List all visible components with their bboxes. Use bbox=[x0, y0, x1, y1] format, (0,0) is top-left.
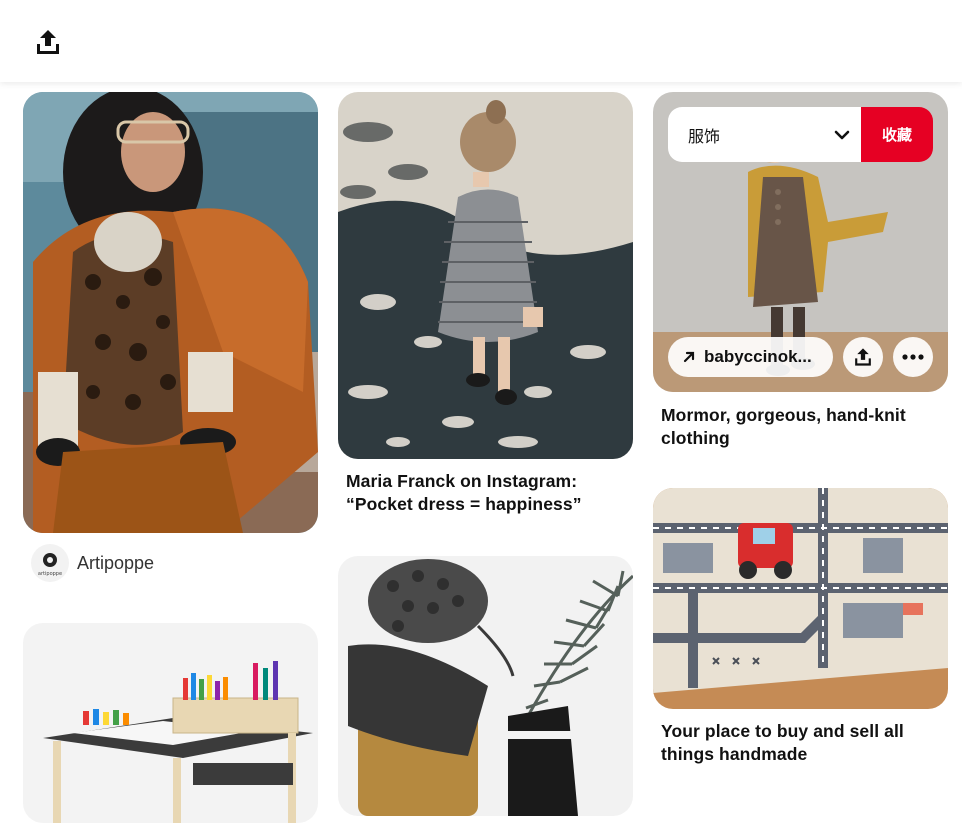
board-select-dropdown[interactable]: 服饰 bbox=[668, 107, 868, 162]
pin-title[interactable]: Mormor, gorgeous, hand-knit clothing bbox=[661, 404, 941, 450]
pin-image-craft-table[interactable] bbox=[23, 623, 318, 823]
avatar-logo-text: artipoppe bbox=[38, 571, 62, 577]
pin-author[interactable]: artipoppe Artipoppe bbox=[31, 544, 154, 582]
pin-title[interactable]: Maria Franck on Instagram: “Pocket dress… bbox=[346, 470, 626, 516]
pin-image-girl-striped-dress[interactable] bbox=[338, 92, 633, 459]
pin-title[interactable]: Your place to buy and sell all things ha… bbox=[661, 720, 941, 766]
save-button[interactable]: 收藏 bbox=[861, 107, 933, 162]
author-name[interactable]: Artipoppe bbox=[77, 553, 154, 574]
pin-share-button[interactable] bbox=[843, 337, 883, 377]
pin-image-knit-bonnet[interactable] bbox=[338, 556, 633, 816]
more-dots-icon bbox=[902, 354, 924, 360]
author-avatar[interactable]: artipoppe bbox=[31, 544, 69, 582]
pin-image-play-mat[interactable] bbox=[653, 488, 948, 709]
arrow-up-right-icon bbox=[683, 351, 695, 363]
pin-image-woman-baby-carrier[interactable] bbox=[23, 92, 318, 533]
source-link-chip[interactable]: babyccinok... bbox=[668, 337, 833, 377]
chevron-down-icon bbox=[834, 130, 850, 139]
top-bar bbox=[0, 0, 962, 82]
board-name: 服饰 bbox=[688, 128, 721, 146]
share-upload-icon bbox=[37, 30, 59, 54]
share-upload-icon bbox=[855, 348, 871, 366]
more-options-button[interactable] bbox=[893, 337, 933, 377]
source-link-label: babyccinok... bbox=[704, 347, 812, 366]
share-button[interactable] bbox=[28, 22, 68, 62]
